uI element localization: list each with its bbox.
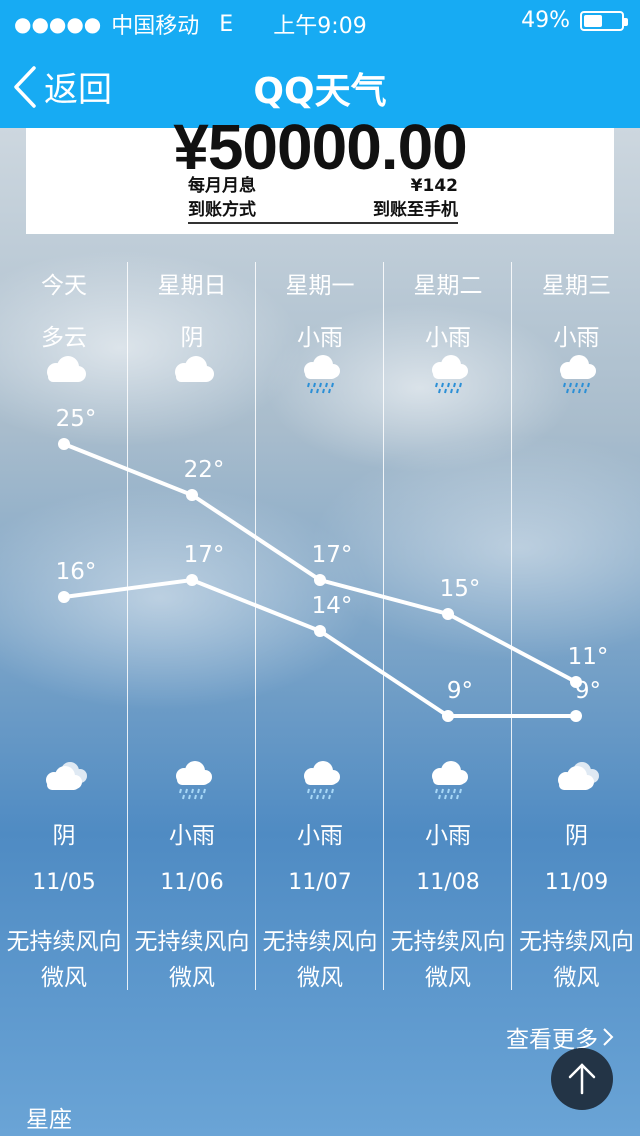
forecast-wind: 无持续风向 (390, 929, 506, 955)
ad-amount: ¥50000.00 (173, 111, 468, 183)
ad-right-line2: 到账至手机 (373, 200, 458, 220)
temperature-chart: 25° 22° 17° 15° 11° 16° 17° 14° 9° 9° (56, 406, 609, 722)
high-temp-label: 25° (56, 406, 97, 432)
low-temp-label: 9° (575, 678, 601, 704)
forecast-wind: 无持续风向 (6, 929, 122, 955)
forecast-condition-night: 阴 (52, 823, 76, 849)
low-temp-label: 17° (184, 542, 225, 568)
low-temp-label: 16° (56, 559, 97, 585)
low-temp-point (570, 710, 582, 722)
see-more-link[interactable]: 查看更多 (506, 1020, 614, 1054)
light-rain-icon (296, 758, 344, 806)
low-temp-point (186, 574, 198, 586)
forecast-wind-level: 微风 (41, 965, 87, 991)
forecast-wind-level: 微风 (297, 965, 343, 991)
ad-left-line2: 到账方式 (188, 200, 256, 220)
forecast-wind: 无持续风向 (519, 929, 634, 955)
forecast-date: 11/07 (288, 870, 352, 895)
forecast-condition-night: 阴 (565, 823, 588, 849)
section-label-constellation: 星座 (26, 1107, 72, 1133)
scroll-to-top-button[interactable] (551, 1048, 613, 1110)
ad-banner[interactable]: ¥50000.00 每月月息 到账方式 ¥142 到账至手机 (26, 111, 614, 234)
forecast-date: 11/09 (544, 870, 609, 895)
high-temp-label: 17° (312, 542, 353, 568)
low-temp-point (58, 591, 70, 603)
page-title: QQ天气 (253, 71, 387, 112)
high-temp-label: 22° (184, 457, 225, 483)
low-temp-point (314, 625, 326, 637)
forecast-date: 11/06 (160, 870, 224, 895)
high-temp-label: 15° (440, 576, 481, 602)
status-bar: ●●●●● 中国移动 E 上午9:09 49% (0, 0, 640, 40)
battery-icon (580, 10, 628, 31)
forecast-wind-level: 微风 (553, 965, 600, 991)
forecast-date: 11/08 (416, 870, 480, 895)
ad-underline (188, 222, 458, 224)
forecast-wind-level: 微风 (425, 965, 471, 991)
status-time: 上午9:09 (273, 14, 367, 39)
battery-percent: 49% (521, 8, 570, 33)
high-temp-point (442, 608, 454, 620)
high-temp-point (314, 574, 326, 586)
low-temp-label: 14° (312, 593, 353, 619)
forecast-wind: 无持续风向 (262, 929, 378, 955)
light-rain-icon (168, 758, 216, 806)
forecast-wind-level: 微风 (169, 965, 215, 991)
chevron-right-icon (603, 1028, 614, 1046)
forecast-date: 11/05 (32, 870, 96, 895)
overcast-icon (552, 758, 600, 798)
high-temp-point (186, 489, 198, 501)
ad-left-line1: 每月月息 (188, 176, 256, 196)
forecast-condition-night: 小雨 (297, 823, 343, 849)
high-temp-point (58, 438, 70, 450)
forecast-condition-night: 小雨 (425, 823, 471, 849)
low-temp-point (442, 710, 454, 722)
overcast-icon (40, 758, 88, 798)
high-temp-label: 11° (568, 644, 609, 670)
forecast-condition-night: 小雨 (169, 823, 215, 849)
low-temp-label: 9° (447, 678, 473, 704)
arrow-up-icon (568, 1063, 596, 1095)
forecast-wind: 无持续风向 (134, 929, 250, 955)
light-rain-icon (424, 758, 472, 806)
ad-right-line1: ¥142 (410, 176, 458, 196)
